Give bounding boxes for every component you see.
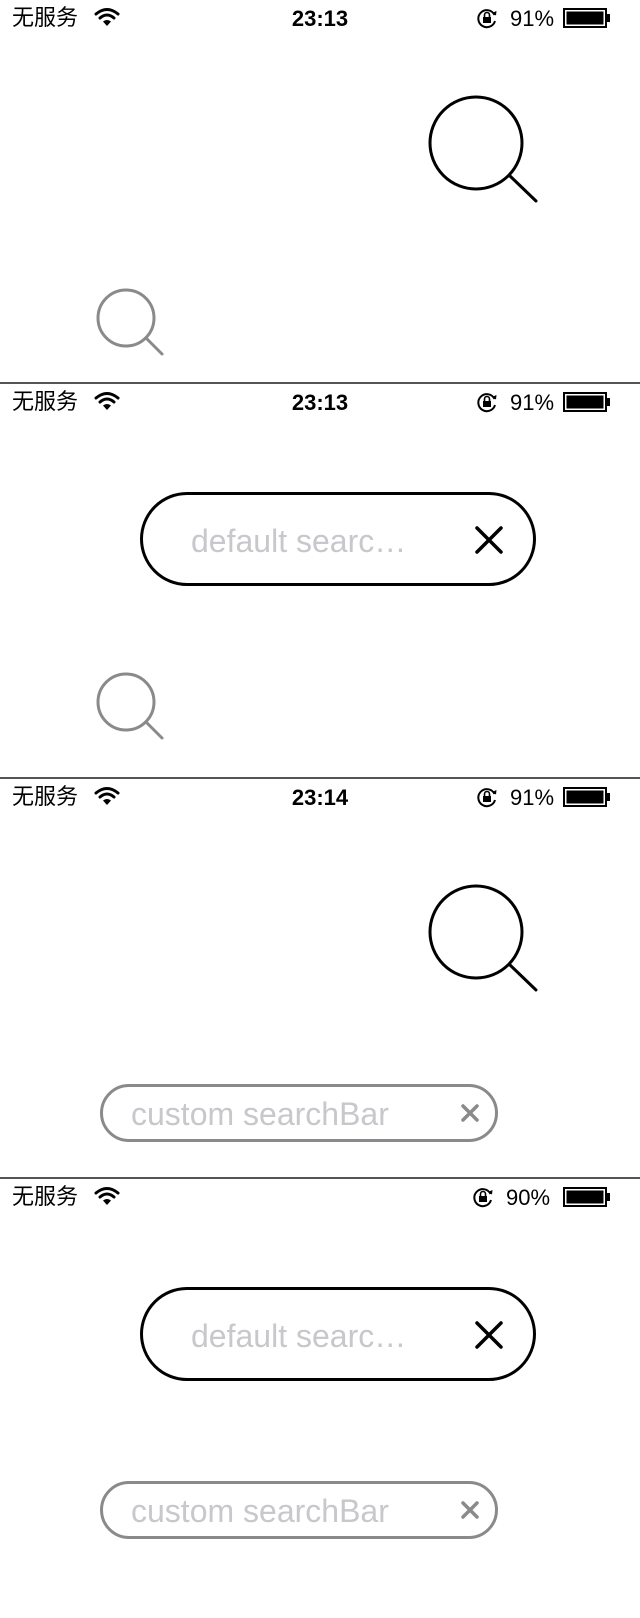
battery-percent: 90% [506, 1185, 551, 1210]
close-icon[interactable] [461, 1501, 479, 1519]
screenshot-panel-3: 无服务 23:14 91% custom searchBar [0, 779, 640, 1179]
wifi-icon [94, 1187, 120, 1205]
status-bar: 无服务 23:13 91% [0, 384, 640, 422]
rotation-lock-icon [473, 1188, 493, 1208]
custom-search-bar[interactable]: custom searchBar [100, 1084, 498, 1142]
close-icon[interactable] [461, 1104, 479, 1122]
default-search-bar[interactable]: default searc… [140, 1287, 536, 1381]
rotation-lock-icon [477, 9, 497, 29]
search-icon[interactable] [424, 881, 548, 1005]
rotation-lock-icon [477, 393, 497, 413]
search-icon[interactable] [424, 92, 548, 216]
close-icon[interactable] [475, 1321, 503, 1349]
search-icon[interactable] [94, 286, 170, 362]
rotation-lock-icon [477, 788, 497, 808]
search-placeholder: default searc… [191, 523, 407, 559]
default-search-bar[interactable]: default searc… [140, 492, 536, 586]
search-placeholder: custom searchBar [131, 1493, 389, 1529]
battery-icon [563, 8, 610, 28]
screenshot-panel-1: 无服务 23:13 91% [0, 0, 640, 384]
status-bar: 无服务 23:13 91% [0, 0, 640, 38]
screenshot-panel-2: 无服务 23:13 91% default searc… [0, 384, 640, 779]
search-placeholder: custom searchBar [131, 1096, 389, 1132]
battery-icon [563, 392, 610, 412]
close-icon[interactable] [475, 526, 503, 554]
search-placeholder: default searc… [191, 1318, 407, 1354]
search-icon[interactable] [94, 670, 170, 746]
carrier-label: 无服务 [12, 1185, 79, 1210]
battery-percent: 91% [510, 785, 555, 810]
status-bar: 无服务 90% [0, 1179, 640, 1217]
screenshot-panel-4: 无服务 90% default searc… custom searchBar [0, 1179, 640, 1618]
battery-percent: 91% [510, 6, 555, 31]
battery-percent: 91% [510, 390, 555, 415]
status-bar: 无服务 23:14 91% [0, 779, 640, 817]
battery-icon [563, 1187, 610, 1207]
battery-icon [563, 787, 610, 807]
custom-search-bar[interactable]: custom searchBar [100, 1481, 498, 1539]
